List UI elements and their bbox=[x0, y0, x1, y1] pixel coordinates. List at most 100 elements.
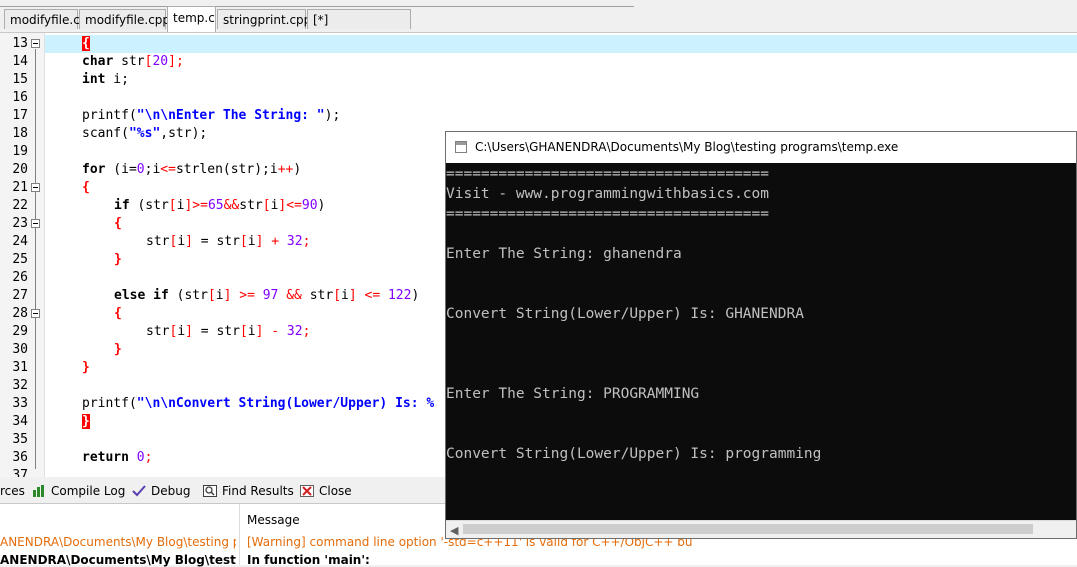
code-text: str bbox=[309, 288, 334, 303]
code-line-25: } bbox=[114, 251, 122, 269]
editor-tab-bar: modifyfile.c modifyfile.cpp temp.c strin… bbox=[0, 0, 1077, 47]
code-text: i bbox=[247, 234, 256, 249]
tab-label: temp.c bbox=[173, 11, 215, 25]
operator: [ bbox=[239, 324, 248, 339]
console-horizontal-scrollbar[interactable]: ◀ bbox=[446, 520, 1076, 538]
string-literal: "\n\nConvert String(Lower/Upper) Is: % bbox=[136, 396, 435, 411]
brace: { bbox=[114, 306, 122, 321]
fold-collapse-icon[interactable] bbox=[31, 309, 40, 318]
code-text: printf( bbox=[82, 396, 137, 411]
line-number-gutter: 13 14 15 16 17 18 19 20 21 22 23 24 25 2… bbox=[0, 33, 45, 478]
console-title: C:\Users\GHANENDRA\Documents\My Blog\tes… bbox=[475, 140, 899, 154]
code-line-22: if (str[i]>=65&&str[i]<=90) bbox=[114, 197, 325, 215]
code-text: i bbox=[215, 288, 224, 303]
fold-collapse-icon[interactable] bbox=[31, 39, 40, 48]
operator: ] bbox=[348, 288, 357, 303]
code-line-23: { bbox=[114, 215, 122, 233]
bottom-tab-label: Compile Log bbox=[51, 484, 126, 498]
code-text: ;i bbox=[144, 162, 161, 177]
tab-modifyfile-cpp[interactable]: modifyfile.cpp bbox=[79, 9, 170, 29]
code-text: (str bbox=[168, 288, 208, 303]
console-visit-line: Visit - www.programmingwithbasics.com bbox=[446, 186, 770, 202]
line-number: 27 bbox=[12, 288, 28, 303]
operator: && bbox=[223, 198, 240, 213]
code-line-27: else if (str[i] >= 97 && str[i] <= 122) bbox=[114, 287, 419, 305]
tab-compile-log[interactable]: Compile Log bbox=[32, 481, 125, 501]
code-text: str bbox=[239, 198, 263, 213]
console-app-icon bbox=[455, 141, 467, 153]
code-text: ,str); bbox=[160, 126, 208, 141]
debug-checkmark-icon bbox=[132, 485, 146, 497]
tab-modifyfile-c[interactable]: modifyfile.c bbox=[4, 9, 80, 29]
console-title-bar[interactable]: C:\Users\GHANENDRA\Documents\My Blog\tes… bbox=[446, 132, 1076, 163]
code-text: i bbox=[341, 288, 349, 303]
code-text: str bbox=[113, 54, 145, 69]
line-number: 19 bbox=[12, 144, 28, 159]
line-number: 15 bbox=[12, 72, 28, 87]
code-line-31: } bbox=[82, 359, 90, 377]
line-number: 17 bbox=[12, 108, 28, 123]
bottom-tab-label: rces bbox=[0, 484, 25, 498]
operator: ++ bbox=[277, 162, 294, 177]
brace: { bbox=[82, 180, 90, 195]
fold-collapse-icon[interactable] bbox=[31, 219, 40, 228]
tab-copystring-cpp[interactable]: [*] copystring.cpp bbox=[307, 9, 411, 47]
code-text: i bbox=[177, 234, 186, 249]
tab-label: modifyfile.c bbox=[10, 13, 80, 27]
scrollbar-thumb[interactable] bbox=[463, 524, 1033, 534]
code-line-34: } bbox=[82, 413, 90, 431]
line-number: 29 bbox=[12, 324, 28, 339]
operator: [ bbox=[333, 288, 342, 303]
code-line-33: printf("\n\nConvert String(Lower/Upper) … bbox=[82, 395, 434, 413]
operator: ; bbox=[302, 234, 311, 249]
operator: <= bbox=[160, 162, 176, 177]
code-line-21: { bbox=[82, 179, 90, 197]
code-line-18: scanf("%s",str); bbox=[82, 125, 207, 143]
operator: [ bbox=[207, 288, 216, 303]
tab-debug[interactable]: Debug bbox=[132, 481, 190, 501]
brace-match: { bbox=[82, 36, 90, 51]
console-convert-line: Convert String(Lower/Upper) Is: programm… bbox=[446, 446, 822, 462]
number-literal: 20 bbox=[152, 54, 169, 69]
code-text: str bbox=[146, 234, 170, 249]
tab-close[interactable]: Close bbox=[300, 481, 352, 501]
code-text: (str bbox=[129, 198, 169, 213]
tab-stringprint-cpp[interactable]: stringprint.cpp bbox=[217, 9, 311, 29]
keyword: else if bbox=[114, 288, 169, 303]
code-text: ); bbox=[324, 108, 341, 123]
console-separator: ===================================== bbox=[446, 166, 770, 182]
code-text: ) bbox=[293, 162, 302, 177]
line-number: 30 bbox=[12, 342, 28, 357]
operator: >= bbox=[231, 288, 263, 303]
scroll-left-arrow-icon[interactable]: ◀ bbox=[450, 524, 458, 537]
operator: ] bbox=[185, 234, 193, 249]
code-text: str bbox=[146, 324, 170, 339]
code-text: = bbox=[192, 234, 217, 249]
console-window[interactable]: C:\Users\GHANENDRA\Documents\My Blog\tes… bbox=[445, 131, 1077, 539]
code-line-30: } bbox=[114, 341, 122, 359]
brace-match: } bbox=[82, 414, 90, 429]
line-number: 24 bbox=[12, 234, 28, 249]
code-line-28: { bbox=[114, 305, 122, 323]
message-row-file[interactable]: ANENDRA\Documents\My Blog\testing pro... bbox=[0, 535, 236, 549]
brace: { bbox=[114, 216, 122, 231]
tab-temp-c[interactable]: temp.c bbox=[167, 6, 216, 32]
line-number: 20 bbox=[12, 162, 28, 177]
console-separator: ===================================== bbox=[446, 206, 770, 222]
code-line-20: for (i=0;i<=strlen(str);i++) bbox=[82, 161, 301, 179]
fold-collapse-icon[interactable] bbox=[31, 183, 40, 192]
string-literal: "\n\nEnter The String: " bbox=[136, 108, 325, 123]
code-line-24: str[i] = str[i] + 32; bbox=[146, 233, 310, 251]
tab-find-results[interactable]: Find Results bbox=[203, 481, 294, 501]
code-text: i bbox=[177, 324, 186, 339]
bottom-tab-label: Find Results bbox=[222, 484, 294, 498]
line-number: 16 bbox=[12, 90, 28, 105]
operator: <= bbox=[356, 288, 388, 303]
code-text: i bbox=[247, 324, 256, 339]
bottom-tab-label: Close bbox=[319, 484, 352, 498]
code-text: printf( bbox=[82, 108, 137, 123]
number-literal: 65 bbox=[207, 198, 224, 213]
line-number: 23 bbox=[12, 216, 28, 231]
message-column-header[interactable]: Message bbox=[247, 513, 300, 527]
tab-resources[interactable]: rces bbox=[0, 481, 25, 501]
